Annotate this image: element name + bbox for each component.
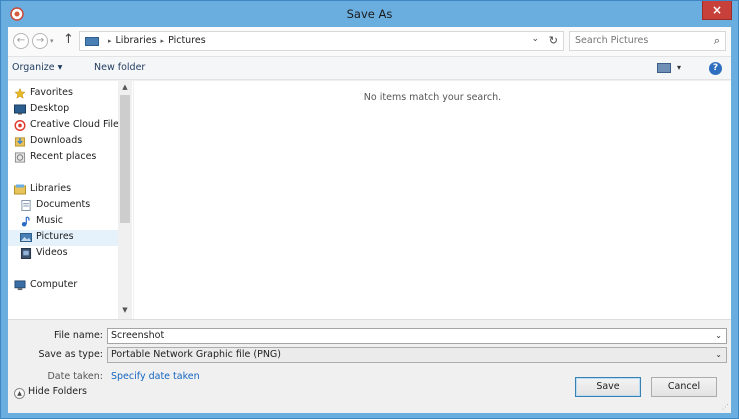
videos-icon	[20, 248, 32, 259]
scroll-down-button[interactable]: ▼	[118, 304, 132, 316]
date-taken-label: Date taken:	[47, 371, 103, 382]
sidebar-item-videos[interactable]: Videos	[8, 246, 118, 262]
downloads-icon	[14, 137, 26, 147]
navigation-scrollbar[interactable]: ▲ ▼	[118, 81, 132, 319]
file-list[interactable]: No items match your search.	[134, 81, 731, 319]
sidebar-item-creative-cloud-files[interactable]: Creative Cloud Files	[8, 118, 118, 134]
music-icon	[21, 216, 30, 227]
sidebar-item-label: Favorites	[30, 87, 73, 98]
back-button[interactable]: ←	[13, 33, 29, 49]
close-button[interactable]: ×	[702, 1, 732, 20]
pictures-icon	[20, 233, 32, 242]
documents-icon	[21, 200, 31, 211]
save-button[interactable]: Save	[575, 377, 641, 397]
sidebar-item-label: Creative Cloud Files	[30, 119, 118, 130]
resize-grip[interactable]: ⋰	[722, 403, 729, 411]
refresh-icon[interactable]: ↻	[549, 34, 558, 47]
new-folder-button[interactable]: New folder	[94, 62, 145, 73]
change-view-icon[interactable]	[657, 63, 671, 73]
window-title: Save As	[346, 7, 393, 21]
sidebar-item-pictures[interactable]: Pictures	[8, 230, 118, 246]
save-as-type-value: Portable Network Graphic file (PNG)	[111, 349, 281, 360]
collapse-icon: ▲	[14, 388, 25, 399]
title-bar[interactable]: Save As ×	[1, 1, 738, 27]
sidebar-item-label: Computer	[30, 279, 78, 290]
file-name-label: File name:	[53, 330, 103, 341]
save-as-type-dropdown[interactable]: ⌄	[715, 350, 722, 359]
breadcrumb: ▸ Libraries ▸ Pictures	[104, 35, 206, 46]
sidebar-item-label: Videos	[36, 247, 68, 258]
creative-cloud-icon	[14, 120, 26, 131]
sidebar-item-recent-places[interactable]: Recent places	[8, 150, 118, 166]
save-options-panel: File name: Screenshot ⌄ Save as type: Po…	[8, 319, 731, 413]
search-box[interactable]: ⌕	[569, 31, 726, 51]
sidebar-item-downloads[interactable]: Downloads	[8, 134, 118, 150]
file-name-value[interactable]: Screenshot	[111, 330, 164, 341]
dialog-body: ← → ▾ ↑ ▸Libraries▸Pictures ⌄ ↻ ⌕ Organi…	[8, 27, 731, 413]
desktop-icon	[14, 104, 26, 115]
specify-date-link[interactable]: Specify date taken	[111, 371, 200, 382]
sidebar-item-libraries[interactable]: Libraries	[8, 182, 118, 198]
breadcrumb-separator[interactable]: ▸	[161, 37, 165, 45]
search-icon[interactable]: ⌕	[714, 34, 720, 48]
help-icon[interactable]: ?	[709, 62, 722, 75]
file-name-dropdown[interactable]: ⌄	[715, 331, 722, 340]
sidebar-item-label: Downloads	[30, 135, 83, 146]
cancel-button[interactable]: Cancel	[651, 377, 717, 397]
star-icon	[14, 88, 26, 99]
sidebar-item-label: Desktop	[30, 103, 70, 114]
hide-folders-button[interactable]: ▲ Hide Folders	[14, 386, 87, 399]
search-input[interactable]	[575, 35, 700, 46]
computer-icon	[14, 280, 26, 291]
recent-locations-dropdown[interactable]: ▾	[50, 37, 54, 45]
address-bar[interactable]: ▸ Libraries ▸ Pictures ⌄ ↻	[79, 31, 564, 51]
sidebar-item-music[interactable]: Music	[8, 214, 118, 230]
command-bar: Organize ▾ New folder ▾ ?	[8, 56, 731, 80]
scroll-thumb[interactable]	[120, 95, 130, 223]
empty-message: No items match your search.	[363, 92, 502, 103]
breadcrumb-libraries[interactable]: Libraries	[116, 35, 157, 46]
up-button[interactable]: ↑	[63, 32, 74, 47]
view-options-dropdown[interactable]: ▾	[677, 63, 681, 72]
sidebar-item-label: Pictures	[36, 231, 74, 242]
file-name-field[interactable]: Screenshot ⌄	[107, 328, 727, 344]
scroll-up-button[interactable]: ▲	[118, 81, 132, 93]
address-dropdown-button[interactable]: ⌄	[531, 34, 539, 44]
hide-folders-label: Hide Folders	[28, 386, 87, 397]
libraries-icon	[14, 184, 26, 195]
breadcrumb-separator[interactable]: ▸	[108, 37, 112, 45]
save-as-type-select[interactable]: Portable Network Graphic file (PNG) ⌄	[107, 347, 727, 363]
sidebar-item-documents[interactable]: Documents	[8, 198, 118, 214]
navigation-pane: Favorites Desktop Creative Cloud Files D…	[8, 81, 133, 319]
forward-button[interactable]: →	[32, 33, 48, 49]
sidebar-item-label: Libraries	[30, 183, 72, 194]
save-as-dialog: Save As × ← → ▾ ↑ ▸ Libraries ▸ Pictures ⌄ …	[0, 0, 739, 419]
recent-places-icon	[14, 152, 26, 163]
sidebar-item-label: Music	[36, 215, 64, 226]
sidebar-item-label: Documents	[36, 199, 91, 210]
breadcrumb-pictures[interactable]: Pictures	[168, 35, 206, 46]
sidebar-item-desktop[interactable]: Desktop	[8, 102, 118, 118]
pictures-library-icon	[85, 37, 99, 46]
address-row: ← → ▾ ↑ ▸Libraries▸Pictures ⌄ ↻ ⌕	[8, 27, 731, 56]
save-as-type-label: Save as type:	[38, 349, 103, 360]
organize-button[interactable]: Organize ▾	[12, 62, 62, 73]
sidebar-item-computer[interactable]: Computer	[8, 278, 118, 294]
sidebar-item-label: Recent places	[30, 151, 97, 162]
sidebar-item-favorites[interactable]: Favorites	[8, 86, 118, 102]
